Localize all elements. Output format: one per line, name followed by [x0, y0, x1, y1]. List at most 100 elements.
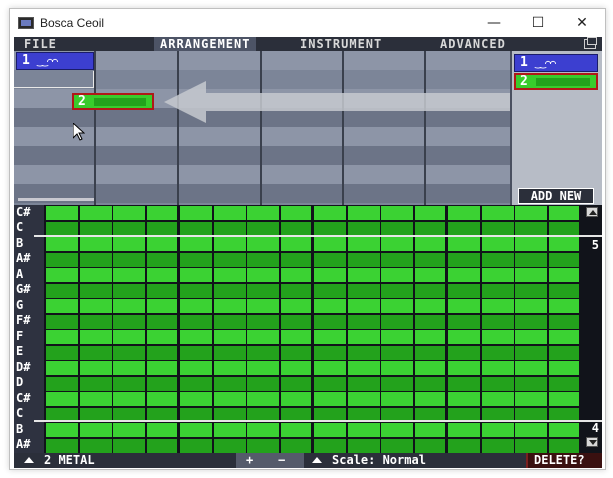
note-cell[interactable]: [146, 361, 177, 375]
note-cell[interactable]: [347, 330, 380, 344]
note-cell[interactable]: [548, 221, 579, 236]
note-cell[interactable]: [548, 376, 579, 391]
note-cell[interactable]: [213, 314, 246, 329]
note-cell[interactable]: [180, 361, 212, 375]
note-cell[interactable]: [247, 252, 279, 267]
note-cell[interactable]: [113, 361, 145, 375]
note-cell[interactable]: [180, 314, 212, 329]
note-cell[interactable]: [146, 206, 177, 220]
note-cell[interactable]: [46, 376, 78, 391]
note-cell[interactable]: [481, 237, 514, 251]
note-cell[interactable]: [247, 314, 279, 329]
note-cell[interactable]: [414, 283, 445, 298]
note-cell[interactable]: [515, 330, 547, 344]
note-cell[interactable]: [280, 392, 311, 406]
note-cell[interactable]: [46, 252, 78, 267]
note-cell[interactable]: [548, 299, 579, 313]
note-cell[interactable]: [280, 221, 311, 236]
note-cell[interactable]: [46, 237, 78, 251]
note-cell[interactable]: [481, 438, 514, 453]
note-cell[interactable]: [146, 268, 177, 282]
arrangement-scrollbar[interactable]: [18, 198, 94, 201]
note-cell[interactable]: [414, 330, 445, 344]
maximize-button[interactable]: ☐: [518, 9, 558, 37]
plus-button[interactable]: +: [246, 453, 253, 468]
note-cell[interactable]: [481, 268, 514, 282]
note-cell[interactable]: [180, 345, 212, 360]
note-cell[interactable]: [448, 330, 480, 344]
note-cell[interactable]: [146, 314, 177, 329]
delete-button[interactable]: DELETE?: [526, 453, 602, 468]
note-cell[interactable]: [247, 392, 279, 406]
note-cell[interactable]: [381, 423, 413, 437]
note-cell[interactable]: [381, 299, 413, 313]
note-cell[interactable]: [381, 438, 413, 453]
note-cell[interactable]: [481, 392, 514, 406]
note-cell[interactable]: [448, 345, 480, 360]
note-cell[interactable]: [46, 206, 78, 220]
note-cell[interactable]: [347, 438, 380, 453]
note-cell[interactable]: [314, 314, 346, 329]
note-cell[interactable]: [347, 376, 380, 391]
scroll-down-button[interactable]: [586, 437, 598, 447]
note-cell[interactable]: [515, 268, 547, 282]
note-cell[interactable]: [213, 268, 246, 282]
note-cell[interactable]: [79, 330, 112, 344]
note-cell[interactable]: [113, 345, 145, 360]
note-cell[interactable]: [79, 283, 112, 298]
note-cell[interactable]: [46, 299, 78, 313]
note-cell[interactable]: [280, 330, 311, 344]
note-cell[interactable]: [79, 392, 112, 406]
note-cell[interactable]: [481, 361, 514, 375]
note-cell[interactable]: [247, 438, 279, 453]
scale-up-icon[interactable]: [312, 457, 322, 463]
note-grid[interactable]: [45, 205, 581, 453]
note-cell[interactable]: [515, 314, 547, 329]
note-cell[interactable]: [113, 268, 145, 282]
note-cell[interactable]: [280, 423, 311, 437]
minimize-button[interactable]: —: [474, 9, 514, 37]
note-cell[interactable]: [347, 221, 380, 236]
note-cell[interactable]: [414, 423, 445, 437]
note-cell[interactable]: [247, 268, 279, 282]
note-cell[interactable]: [46, 345, 78, 360]
note-cell[interactable]: [180, 283, 212, 298]
note-cell[interactable]: [146, 438, 177, 453]
note-cell[interactable]: [280, 376, 311, 391]
note-cell[interactable]: [280, 299, 311, 313]
note-cell[interactable]: [280, 361, 311, 375]
note-cell[interactable]: [548, 268, 579, 282]
note-cell[interactable]: [113, 438, 145, 453]
note-cell[interactable]: [414, 252, 445, 267]
note-cell[interactable]: [146, 283, 177, 298]
note-cell[interactable]: [213, 330, 246, 344]
note-cell[interactable]: [548, 330, 579, 344]
minus-button[interactable]: −: [278, 453, 285, 468]
note-cell[interactable]: [213, 376, 246, 391]
note-cell[interactable]: [481, 206, 514, 220]
note-cell[interactable]: [113, 206, 145, 220]
note-cell[interactable]: [46, 361, 78, 375]
note-cell[interactable]: [79, 237, 112, 251]
note-cell[interactable]: [515, 361, 547, 375]
note-cell[interactable]: [548, 423, 579, 437]
note-cell[interactable]: [448, 206, 480, 220]
note-cell[interactable]: [314, 206, 346, 220]
note-cell[interactable]: [280, 206, 311, 220]
note-cell[interactable]: [548, 283, 579, 298]
note-cell[interactable]: [515, 283, 547, 298]
note-cell[interactable]: [347, 283, 380, 298]
note-cell[interactable]: [213, 299, 246, 313]
note-cell[interactable]: [414, 268, 445, 282]
instrument-up-icon[interactable]: [24, 457, 34, 463]
note-cell[interactable]: [46, 423, 78, 437]
note-cell[interactable]: [314, 330, 346, 344]
note-cell[interactable]: [146, 299, 177, 313]
note-cell[interactable]: [548, 438, 579, 453]
note-cell[interactable]: [46, 314, 78, 329]
note-cell[interactable]: [548, 361, 579, 375]
note-cell[interactable]: [414, 314, 445, 329]
note-cell[interactable]: [113, 392, 145, 406]
note-cell[interactable]: [180, 392, 212, 406]
note-cell[interactable]: [515, 206, 547, 220]
